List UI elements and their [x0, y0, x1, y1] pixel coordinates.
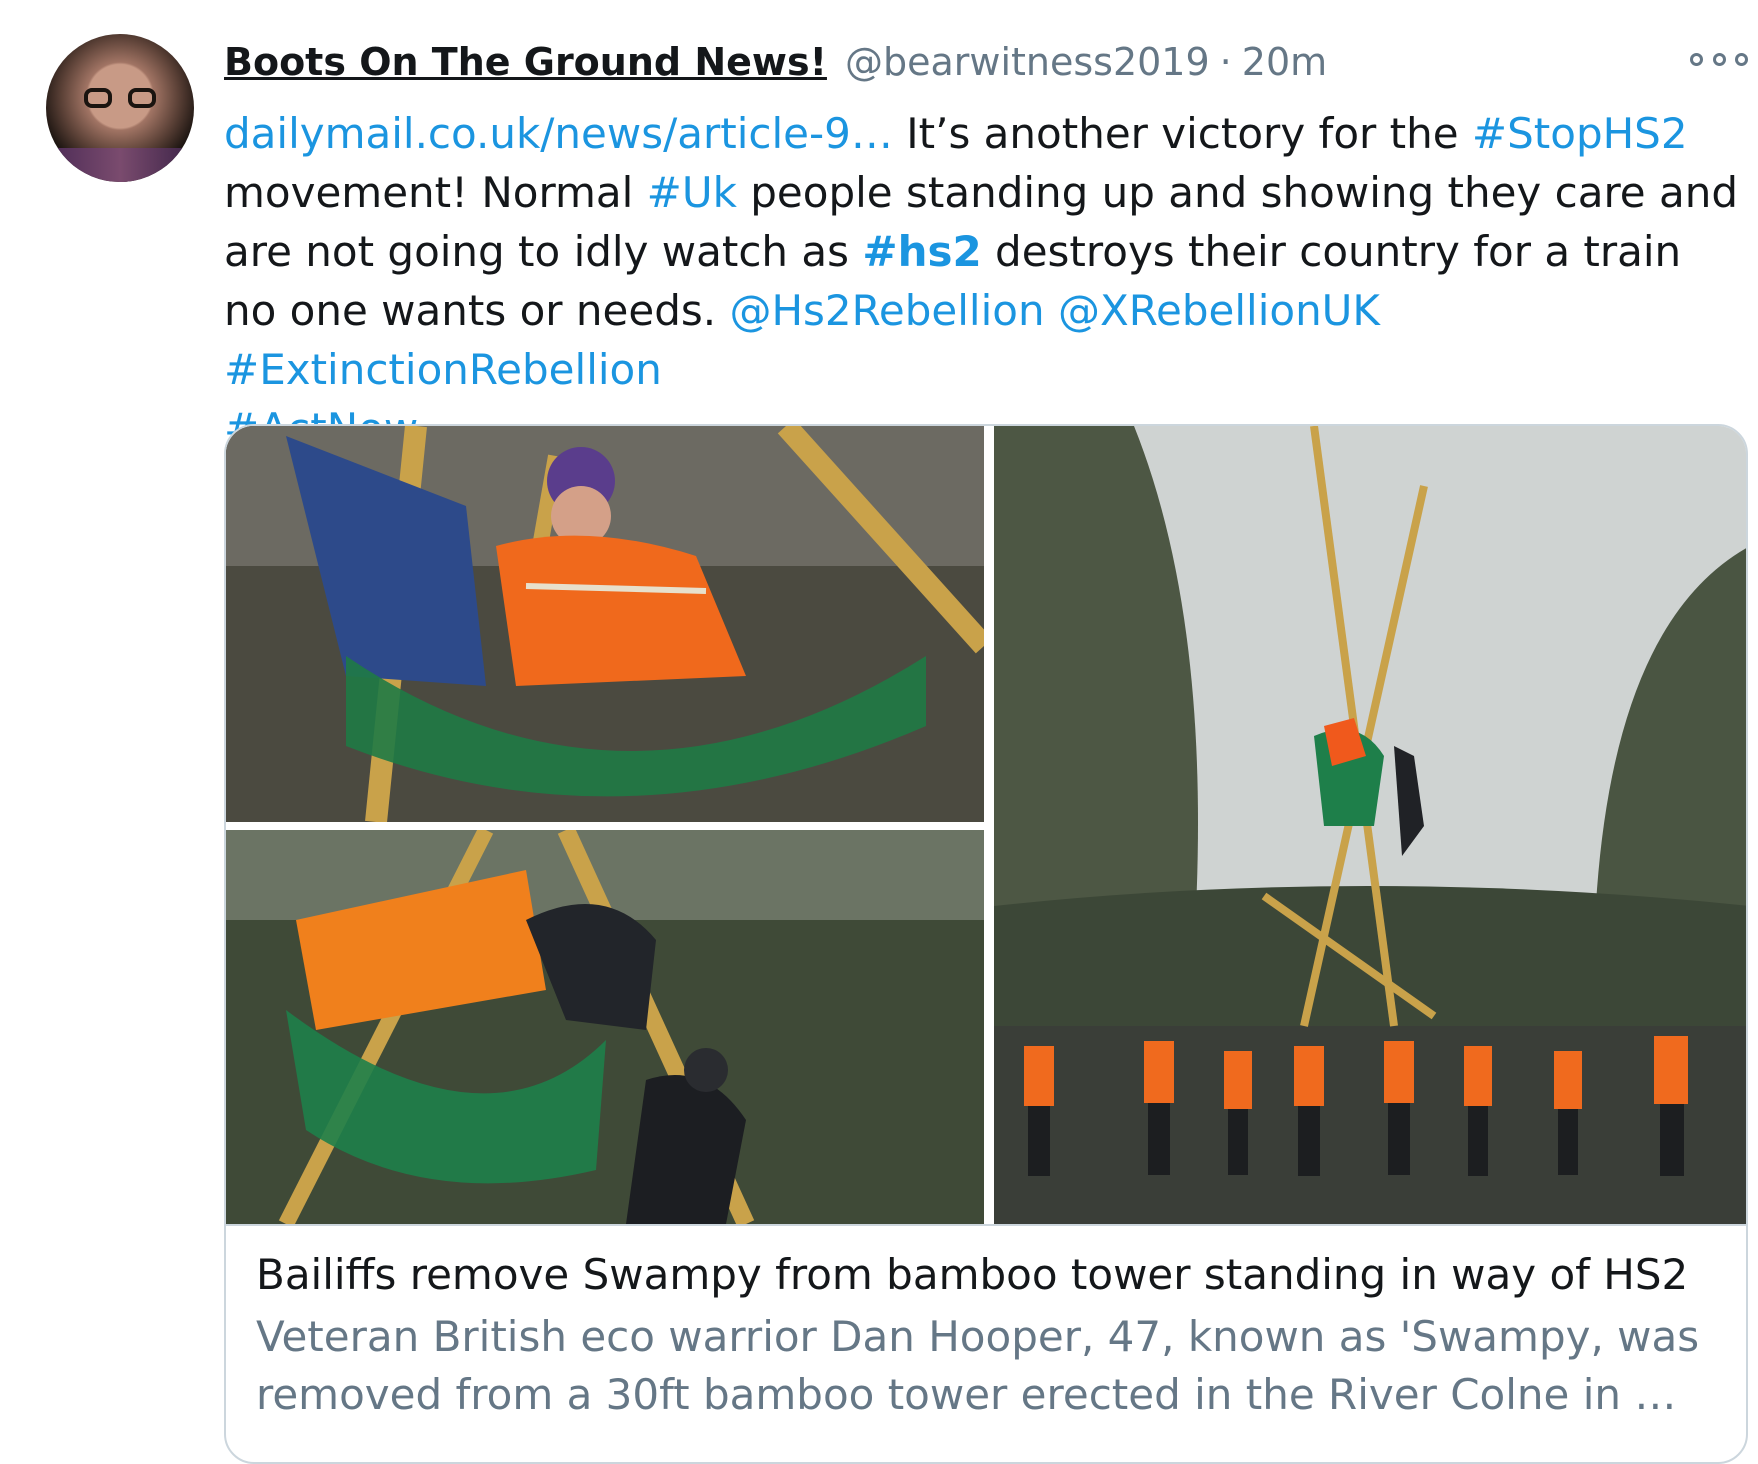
- article-link[interactable]: dailymail.co.uk/news/article-9…: [224, 109, 893, 158]
- photo-hammock[interactable]: [226, 426, 984, 822]
- avatar[interactable]: [46, 34, 194, 182]
- mention-hs2rebellion[interactable]: @Hs2Rebellion: [729, 286, 1044, 335]
- more-options-icon[interactable]: [1690, 44, 1748, 74]
- card-description: Veteran British eco warrior Dan Hooper, …: [256, 1312, 1700, 1419]
- card-title[interactable]: Bailiffs remove Swampy from bamboo tower…: [256, 1246, 1720, 1304]
- separator: ·: [1219, 40, 1232, 84]
- link-card[interactable]: Bailiffs remove Swampy from bamboo tower…: [224, 424, 1748, 1464]
- scarf-shape: [46, 148, 194, 182]
- photo-removal[interactable]: [226, 830, 984, 1224]
- tweet-text: dailymail.co.uk/news/article-9… It’s ano…: [224, 104, 1744, 458]
- tweet-header: Boots On The Ground News! @bearwitness20…: [224, 40, 1327, 96]
- glasses-shape: [84, 88, 156, 110]
- photo-river-tower-art: [994, 426, 1746, 1224]
- text-segment: It’s another victory for the: [892, 109, 1472, 158]
- tweet[interactable]: Boots On The Ground News! @bearwitness20…: [0, 0, 1758, 1464]
- hashtag-extinctionrebellion[interactable]: #ExtinctionRebellion: [224, 345, 662, 394]
- photo-hammock-art: [226, 426, 984, 822]
- card-caption[interactable]: Bailiffs remove Swampy from bamboo tower…: [226, 1224, 1746, 1462]
- photo-removal-art: [226, 830, 984, 1224]
- author-handle[interactable]: @bearwitness2019: [845, 40, 1210, 84]
- author-name[interactable]: Boots On The Ground News!: [224, 40, 827, 84]
- photo-river-tower[interactable]: [994, 426, 1746, 1224]
- text-segment: movement! Normal: [224, 168, 647, 217]
- mention-xrebellionuk[interactable]: @XRebellionUK: [1058, 286, 1380, 335]
- timestamp[interactable]: 20m: [1242, 40, 1327, 84]
- hashtag-uk[interactable]: #Uk: [647, 168, 737, 217]
- hashtag-stophs2[interactable]: #StopHS2: [1472, 109, 1688, 158]
- hashtag-hs2[interactable]: #hs2: [862, 227, 981, 276]
